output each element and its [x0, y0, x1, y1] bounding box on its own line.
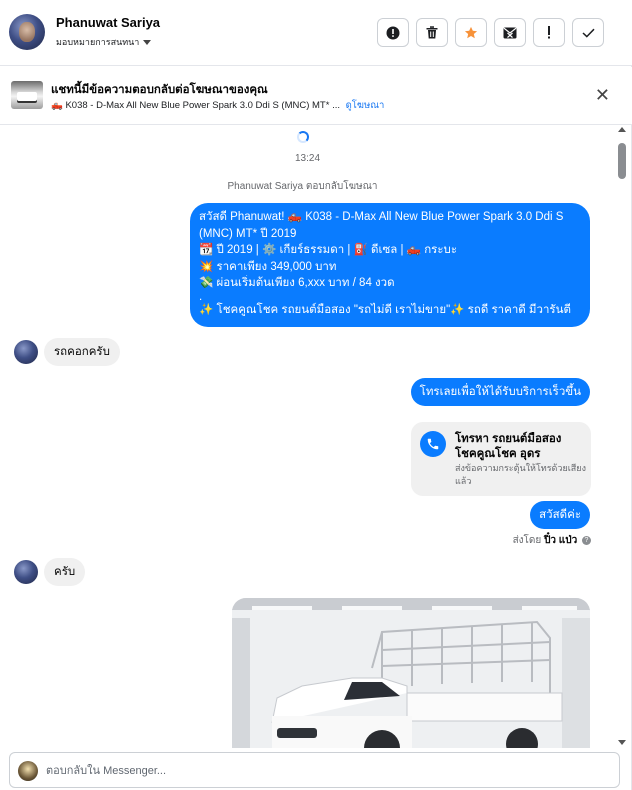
avatar[interactable] [9, 14, 45, 50]
reply-input[interactable] [46, 761, 606, 781]
reply-composer [9, 752, 620, 788]
message-line: 📆 ปี 2019 | ⚙️ เกียร์ธรรมดา | ⛽ ดีเซล | … [199, 244, 457, 256]
ad-reply-note: Phanuwat Sariya ตอบกลับโฆษณา [227, 181, 378, 192]
page-avatar [18, 761, 38, 781]
mark-unread-button[interactable] [494, 18, 526, 47]
scroll-up-icon[interactable] [618, 127, 626, 132]
ad-reply-banner: แชทนี้มีข้อความตอบกลับต่อโฆษณาของคุณ 🛻 K… [0, 67, 632, 125]
caret-down-icon [143, 39, 152, 45]
contact-name[interactable]: Phanuwat Sariya [56, 15, 160, 30]
info-icon[interactable]: ? [582, 535, 591, 545]
banner-title: แชทนี้มีข้อความตอบกลับต่อโฆษณาของคุณ [51, 84, 268, 96]
messenger-inbox: Phanuwat Sariya มอบหมายการสนทนา แชทนี้มี… [0, 0, 632, 790]
outgoing-message[interactable]: สวัสดีค่ะ [530, 501, 590, 529]
envelope-x-icon [503, 27, 517, 38]
sent-by-prefix: ส่งโดย [512, 535, 542, 546]
incoming-message[interactable]: รถคอกครับ [44, 338, 120, 366]
avatar[interactable] [14, 340, 38, 364]
trash-icon [426, 26, 438, 39]
header-actions [377, 18, 604, 47]
sent-by-label: ส่งโดย ปิ๋ว แป่ว ? [513, 533, 591, 548]
exclamation-icon [548, 26, 550, 39]
photo-attachment[interactable] [232, 598, 590, 748]
outgoing-message[interactable]: โทรเลยเพื่อให้ได้รับบริการเร็วขึ้น [410, 378, 590, 406]
delete-button[interactable] [416, 18, 448, 47]
message-line: 💥 ราคาเพียง 349,000 บาท [199, 260, 337, 273]
ad-thumbnail[interactable] [11, 81, 43, 109]
incoming-message[interactable]: ครับ [44, 558, 86, 586]
message-thread: 13:24 Phanuwat Sariya ตอบกลับโฆษณา สวัสด… [0, 126, 615, 748]
ad-greeting-message[interactable]: สวัสดี Phanuwat! 🛻 K038 - D-Max All New … [190, 203, 590, 327]
call-card-title: โทรหา รถยนต์มือสอง โชคคูณโชค อุดร [455, 433, 562, 460]
message-line: 💸 ผ่อนเริ่มต้นเพียง 6,xxx บาท / 84 งวด [199, 277, 395, 289]
conversation-header: Phanuwat Sariya มอบหมายการสนทนา [0, 0, 632, 66]
alert-circle-icon [386, 26, 400, 39]
checkmark-icon [581, 28, 595, 38]
assign-conversation-dropdown[interactable]: มอบหมายการสนทนา [56, 35, 152, 49]
scroll-down-icon[interactable] [618, 740, 626, 745]
message-line: สวัสดี Phanuwat! 🛻 K038 - D-Max All New … [199, 211, 564, 240]
flag-button[interactable] [533, 18, 565, 47]
star-button[interactable] [455, 18, 487, 47]
mark-spam-button[interactable] [377, 18, 409, 47]
banner-subtitle: 🛻 K038 - D-Max All New Blue Power Spark … [51, 98, 384, 113]
scrollbar-thumb[interactable] [618, 143, 626, 179]
avatar[interactable] [14, 560, 38, 584]
timestamp: 13:24 [294, 153, 321, 164]
message-line: . [199, 291, 203, 302]
star-icon [464, 26, 478, 38]
loading-spinner-icon [297, 131, 309, 143]
call-card-subtitle: ส่งข้อความกระตุ้นให้โทรด้วยเสียงแล้ว [455, 463, 586, 486]
sender-name: ปิ๋ว แป่ว [544, 535, 578, 546]
mark-done-button[interactable] [572, 18, 604, 47]
assign-label: มอบหมายการสนทนา [56, 37, 140, 47]
thread-scrollbar[interactable] [615, 126, 629, 748]
message-line: ✨ โชคคูณโชค รถยนต์มือสอง "รถไม่ดี เราไม่… [199, 303, 571, 316]
call-request-card[interactable]: โทรหา รถยนต์มือสอง โชคคูณโชค อุดร ส่งข้อ… [411, 422, 591, 496]
phone-icon [420, 431, 446, 457]
view-ad-link[interactable]: ดูโฆษณา [346, 100, 385, 111]
close-icon[interactable]: ✕ [595, 86, 610, 104]
pickup-truck-photo [232, 598, 590, 748]
ad-title: 🛻 K038 - D-Max All New Blue Power Spark … [51, 100, 340, 111]
